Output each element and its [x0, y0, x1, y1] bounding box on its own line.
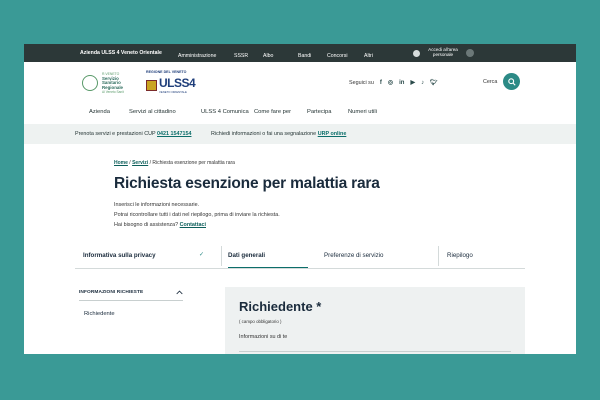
- check-icon: ✓: [199, 252, 205, 258]
- breadcrumb-sep: /: [149, 160, 151, 166]
- social-label: Seguici su: [349, 79, 374, 86]
- logo2-region: REGIONE DEL VENETO: [146, 70, 187, 74]
- logo1-line5: Al Veneto Sanit: [102, 90, 124, 95]
- ssr-logo[interactable]: R.VENETO Servizio Sanitario Regionale Al…: [82, 72, 124, 95]
- contact-link[interactable]: Contattaci: [180, 222, 206, 228]
- user-icon: [466, 49, 474, 57]
- nav-item-comunica[interactable]: ULSS 4 Comunica: [201, 109, 249, 115]
- breadcrumb-current: Richiesta esenzione per malattia rara: [152, 160, 235, 166]
- browser-page: Azienda ULSS 4 Veneto Orientale Amminist…: [24, 44, 576, 354]
- main-nav: Azienda Servizi al cittadino ULSS 4 Comu…: [24, 102, 576, 124]
- form-index-title: INFORMAZIONI RICHIESTE: [79, 290, 144, 295]
- instagram-icon[interactable]: ◎: [388, 79, 393, 86]
- cup-phone-link[interactable]: 0421 1547154: [157, 131, 191, 137]
- top-nav-item-sssr[interactable]: SSSR: [234, 53, 248, 59]
- top-bar: Azienda ULSS 4 Veneto Orientale Amminist…: [24, 44, 576, 62]
- breadcrumb: Home / Servizi / Richiesta esenzione per…: [114, 160, 235, 166]
- logo2-sub: VENETO ORIENTALE: [159, 90, 187, 94]
- urp-text: Richiedi informazioni o fai una segnalaz…: [211, 131, 317, 137]
- urp-info: Richiedi informazioni o fai una segnalaz…: [211, 131, 346, 137]
- avatar-icon: [413, 49, 420, 57]
- search-control[interactable]: Cerca: [483, 73, 521, 90]
- nav-item-azienda[interactable]: Azienda: [89, 109, 110, 115]
- login-label: Accedi all'area personale: [428, 47, 458, 57]
- step-dati-generali[interactable]: Dati generali: [228, 252, 265, 259]
- nav-item-partecipa[interactable]: Partecipa: [307, 109, 332, 115]
- form-index-header[interactable]: INFORMAZIONI RICHIESTE: [79, 290, 183, 301]
- section-title: Richiedente *: [239, 299, 322, 314]
- search-label: Cerca: [483, 78, 498, 85]
- login-button[interactable]: Accedi all'area personale: [413, 44, 474, 62]
- search-button[interactable]: [503, 73, 521, 90]
- social-links: Seguici su f ◎ in ▶ ♪ 🐦︎: [349, 79, 438, 87]
- logo2-name: ULSS4: [159, 76, 196, 90]
- nav-item-servizi[interactable]: Servizi al cittadino: [129, 109, 176, 115]
- required-note: ( campo obbligatorio ): [239, 319, 282, 324]
- lion-logo-icon: [82, 75, 98, 92]
- intro-line-2: Potrai ricontrollare tutti i dati nel ri…: [114, 212, 280, 218]
- intro-line-1: Inserisci le informazioni necessarie.: [114, 202, 200, 208]
- section-divider: [239, 351, 511, 352]
- ulss4-logo[interactable]: REGIONE DEL VENETO ULSS4 VENETO ORIENTAL…: [146, 70, 196, 94]
- cup-text: Prenota servizi e prestazioni CUP: [75, 131, 156, 137]
- step-divider: [221, 246, 222, 266]
- form-index-item-richiedente[interactable]: Richiedente: [79, 301, 183, 317]
- youtube-icon[interactable]: ▶: [410, 79, 415, 86]
- richiedente-section: Richiedente * ( campo obbligatorio ) Inf…: [225, 287, 525, 354]
- top-nav-item-amministrazione[interactable]: Amministrazione: [178, 53, 216, 59]
- steps-border: [75, 268, 525, 269]
- breadcrumb-home[interactable]: Home: [114, 160, 128, 166]
- breadcrumb-servizi[interactable]: Servizi: [132, 160, 148, 166]
- region-flag-icon: [146, 79, 157, 91]
- info-bar: Prenota servizi e prestazioni CUP 0421 1…: [24, 124, 576, 144]
- top-nav-item-altri[interactable]: Altri: [364, 53, 373, 59]
- help-line: Hai bisogno di assistenza? Contattaci: [114, 220, 280, 230]
- cup-info: Prenota servizi e prestazioni CUP 0421 1…: [75, 131, 191, 137]
- header: R.VENETO Servizio Sanitario Regionale Al…: [24, 62, 576, 102]
- progress-steps: Informativa sulla privacy ✓ Dati general…: [75, 244, 525, 269]
- step-divider: [438, 246, 439, 266]
- nav-item-come-fare[interactable]: Come fare per: [254, 109, 291, 115]
- breadcrumb-sep: /: [129, 160, 131, 166]
- step-privacy[interactable]: Informativa sulla privacy: [83, 252, 156, 259]
- org-brand-link[interactable]: Azienda ULSS 4 Veneto Orientale: [80, 50, 162, 56]
- page-intro: Inserisci le informazioni necessarie. Po…: [114, 200, 280, 230]
- linkedin-icon[interactable]: in: [399, 80, 404, 86]
- chevron-up-icon: [176, 290, 183, 295]
- search-icon: [508, 77, 516, 86]
- step-preferenze[interactable]: Preferenze di servizio: [324, 252, 384, 259]
- urp-link[interactable]: URP online: [318, 131, 347, 137]
- form-index: INFORMAZIONI RICHIESTE Richiedente: [79, 290, 183, 317]
- tiktok-icon[interactable]: ♪: [421, 80, 424, 86]
- facebook-icon[interactable]: f: [380, 80, 382, 86]
- twitter-icon[interactable]: 🐦︎: [430, 79, 438, 86]
- section-subtitle: Informazioni su di te: [239, 334, 288, 340]
- page-title: Richiesta esenzione per malattia rara: [114, 175, 380, 192]
- top-nav-item-concorsi[interactable]: Concorsi: [327, 53, 347, 59]
- top-nav-item-bandi[interactable]: Bandi: [298, 53, 311, 59]
- help-text: Hai bisogno di assistenza?: [114, 222, 179, 228]
- nav-item-numeri-utili[interactable]: Numeri utili: [348, 109, 377, 115]
- step-riepilogo[interactable]: Riepilogo: [447, 252, 473, 259]
- top-nav-item-albo[interactable]: Albo: [263, 53, 273, 59]
